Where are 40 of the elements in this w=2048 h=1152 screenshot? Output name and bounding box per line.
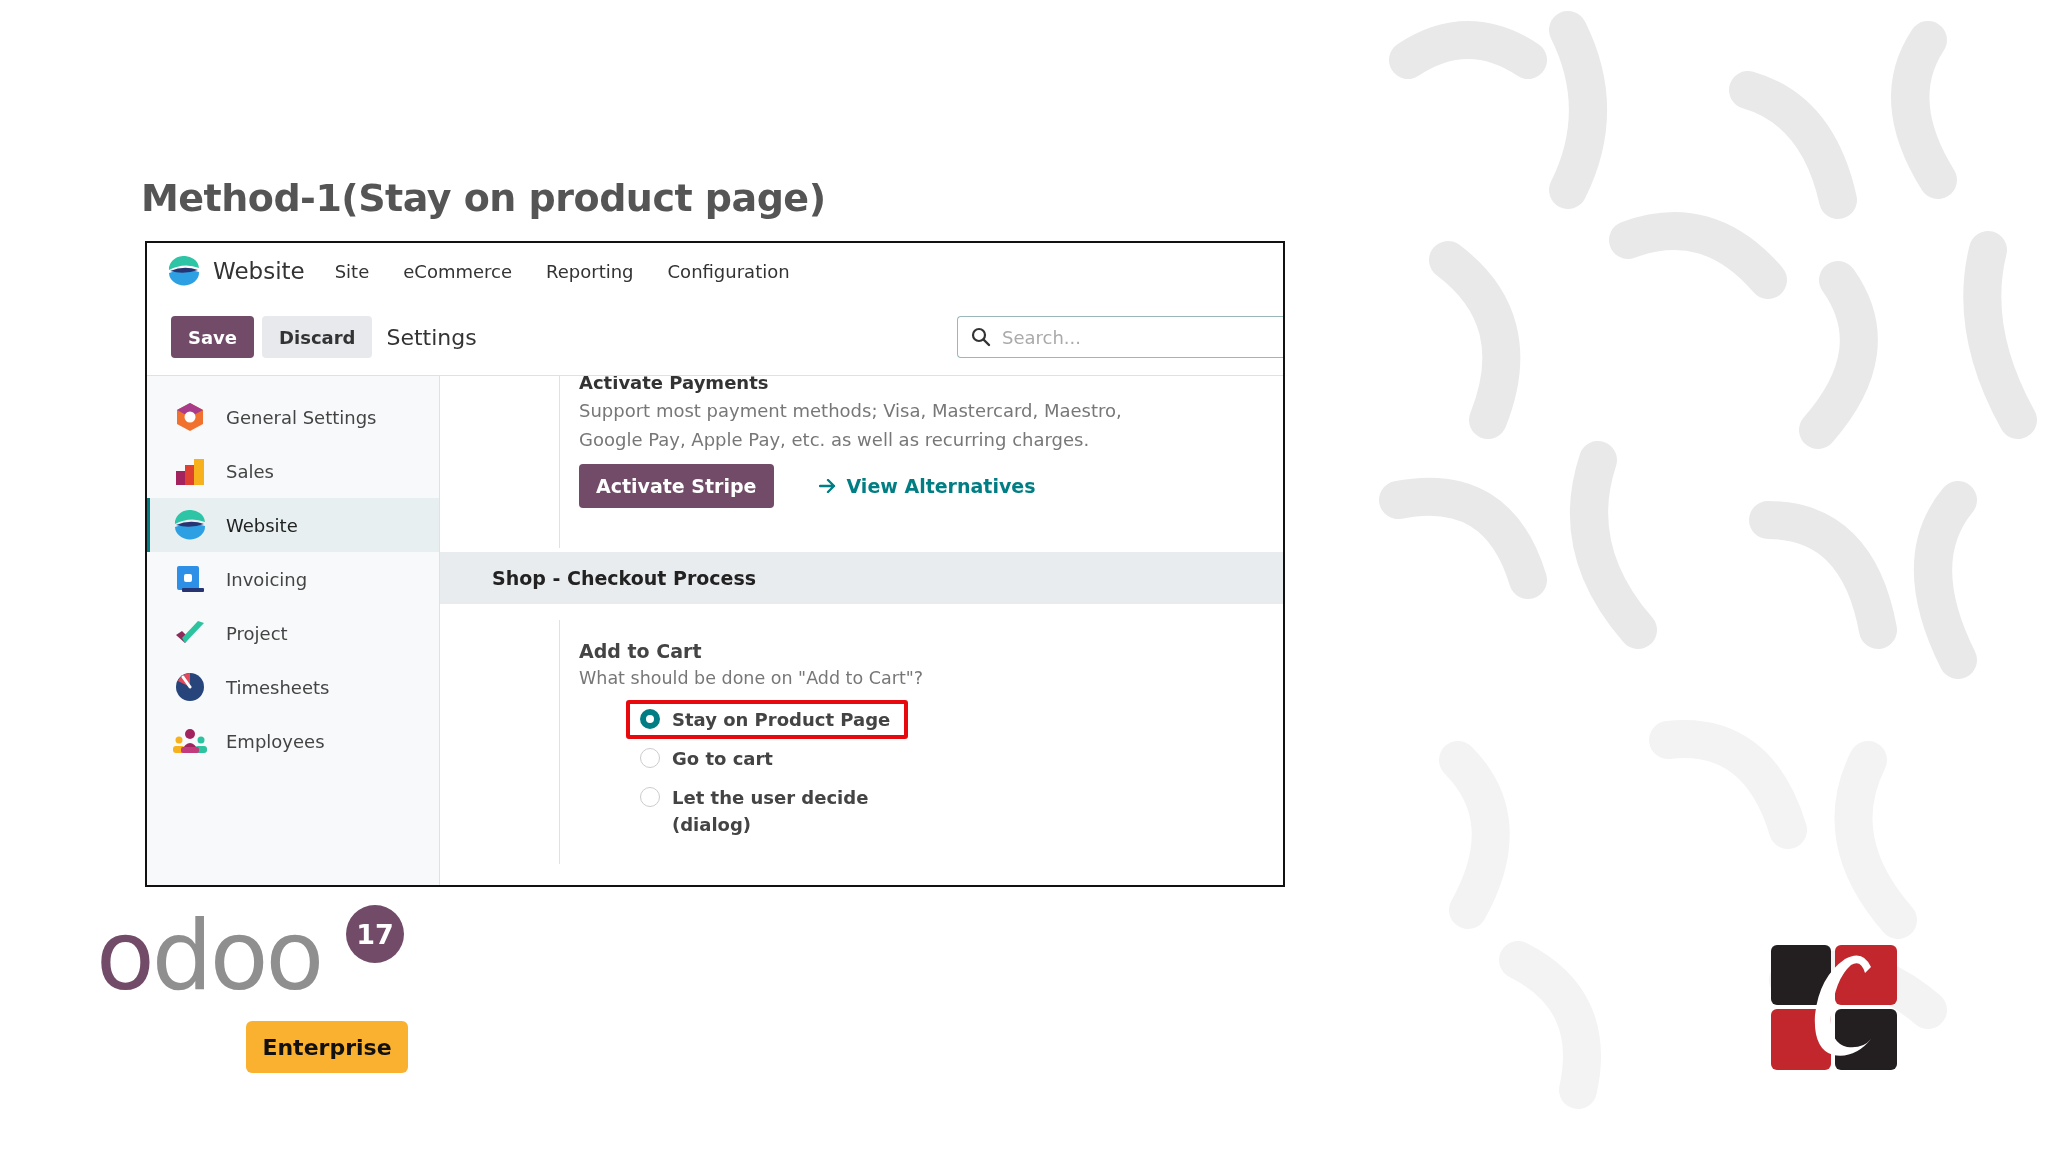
search-icon — [971, 327, 991, 347]
description-text: Support most payment methods; Visa, Mastercard, Maestro, Google Pay, Apple Pay, etc. as well as recurring charges. — [579, 399, 1123, 452]
website-icon — [173, 510, 207, 540]
discard-button[interactable]: Discard — [262, 316, 373, 358]
menu-item[interactable]: Configuration — [667, 260, 790, 282]
people-icon — [172, 727, 208, 755]
setting-label: Add to Cart — [579, 640, 703, 662]
sidebar-item[interactable]: General Settings — [147, 390, 439, 444]
app-name[interactable]: Website — [213, 258, 305, 284]
sidebar-item[interactable]: Sales — [147, 444, 439, 498]
arrow-icon — [818, 479, 837, 493]
menu-item[interactable]: eCommerce — [403, 260, 513, 282]
section-heading: Activate Payments — [579, 376, 770, 395]
section-title: Shop - Checkout Process — [492, 567, 757, 589]
edition-badge: Enterprise — [246, 1021, 408, 1073]
activate-stripe-button[interactable]: Activate Stripe — [579, 464, 774, 508]
sidebar-item[interactable]: Website — [147, 498, 439, 552]
breadcrumb: Settings — [386, 324, 477, 350]
version-badge: 17 — [346, 905, 404, 963]
hexagon-icon — [175, 402, 205, 432]
menu-item[interactable]: Reporting — [546, 260, 634, 282]
squares-logo-icon — [1771, 945, 1897, 1070]
sidebar-item[interactable]: Timesheets — [147, 660, 439, 714]
sidebar-item[interactable]: Invoicing — [147, 552, 439, 606]
save-button[interactable]: Save — [171, 316, 255, 358]
search-field[interactable]: Search... — [957, 316, 1283, 358]
view-alternatives-link[interactable]: View Alternatives — [818, 475, 1036, 497]
odoo-logo: odoo — [96, 908, 322, 1004]
menu-item[interactable]: Site — [334, 260, 370, 282]
website-icon — [167, 256, 201, 286]
setting-help-text: What should be done on "Add to Cart"? — [579, 668, 925, 688]
bar-chart-icon — [174, 457, 206, 485]
sidebar-item[interactable]: Project — [147, 606, 439, 660]
radio-option[interactable]: Go to cart — [626, 739, 791, 778]
radio-option[interactable]: Let the user decide (dialog) — [626, 778, 940, 844]
stopwatch-icon — [174, 671, 206, 703]
sidebar-item[interactable]: Employees — [147, 714, 439, 768]
slide-title: Method-1(Stay on product page) — [141, 176, 826, 220]
highlighted-radio-option[interactable]: Stay on Product Page — [626, 700, 909, 739]
invoice-icon — [174, 564, 206, 594]
